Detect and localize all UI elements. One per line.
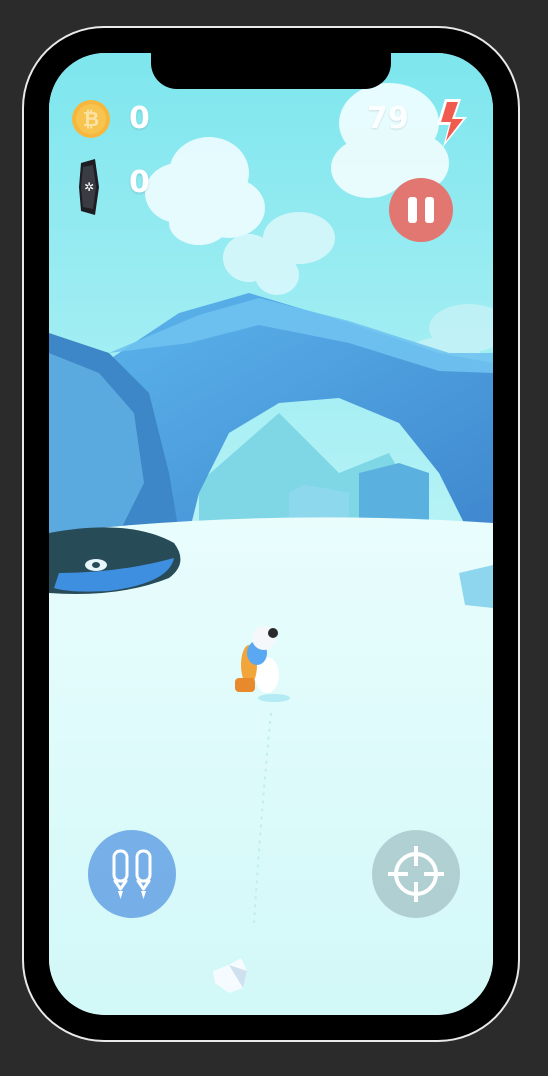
snowflake-gem-icon: ✲: [79, 159, 99, 215]
phone-frame: ₿ 0 ✲ 0 79: [24, 28, 518, 1040]
snow-ground: [49, 517, 493, 1015]
svg-text:✲: ✲: [84, 180, 94, 194]
coin-count: 0: [129, 101, 150, 136]
pause-button[interactable]: [389, 178, 453, 242]
jetpack-button[interactable]: [88, 830, 176, 918]
game-screen: ₿ 0 ✲ 0 79: [49, 53, 493, 1015]
crosshair-icon: [388, 846, 444, 902]
jetpack-icon: [112, 849, 152, 899]
gem-count: 0: [129, 165, 150, 200]
notch: [151, 53, 391, 89]
pause-icon: [408, 197, 417, 223]
svg-text:₿: ₿: [83, 107, 99, 131]
bitcoin-coin-icon: ₿: [72, 100, 110, 138]
lightning-bolt-icon: [437, 99, 467, 147]
target-button[interactable]: [372, 830, 460, 918]
energy-count: 79: [367, 101, 409, 136]
